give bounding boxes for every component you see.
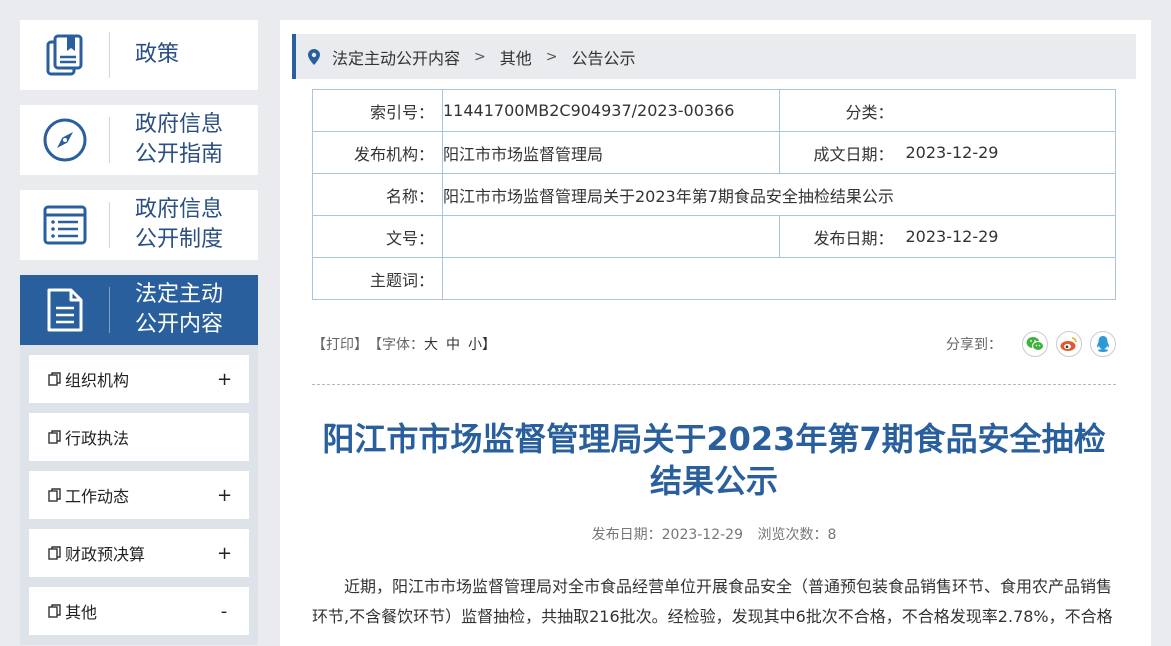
- wechat-share-button[interactable]: [1022, 331, 1048, 357]
- sidebar-item-guide[interactable]: 政府信息 公开指南: [20, 105, 258, 175]
- submenu-item-news[interactable]: 工作动态 +: [29, 471, 249, 519]
- article-body: 近期，阳江市市场监督管理局对全市食品经营单位开展食品安全（普通预包装食品销售环节…: [312, 577, 1113, 626]
- table-row: 名称： 阳江市市场监督管理局关于2023年第7期食品安全抽检结果公示: [312, 173, 1116, 216]
- collapse-toggle[interactable]: -: [217, 601, 231, 622]
- document-icon: [20, 275, 110, 345]
- category-value: [905, 89, 1116, 132]
- index-value: 11441700MB2C904937/2023-00366: [442, 89, 780, 132]
- sidebar-item-label: 政府信息 公开指南: [135, 112, 224, 167]
- document-number-label: 文号：: [312, 215, 443, 258]
- article-views: 浏览次数：8: [757, 527, 837, 543]
- chevron-right-icon: >: [545, 48, 558, 65]
- main-content: 法定主动公开内容 > 其他 > 公告公示 索引号： 11441700MB2C90…: [280, 20, 1151, 646]
- publisher-value: 阳江市市场监督管理局: [442, 131, 780, 174]
- table-row: 发布机构： 阳江市市场监督管理局 成文日期： 2023-12-29: [312, 131, 1116, 174]
- copy-icon: [48, 546, 61, 560]
- breadcrumb-link-other[interactable]: 其他: [500, 45, 532, 69]
- submenu-item-label: 其他: [65, 603, 98, 622]
- keywords-value: [442, 257, 1116, 300]
- keywords-label: 主题词：: [312, 257, 443, 300]
- divider: [312, 384, 1116, 385]
- sidebar-item-statutory-content[interactable]: 法定主动 公开内容: [20, 275, 258, 345]
- table-row: 索引号： 11441700MB2C904937/2023-00366 分类：: [312, 89, 1116, 132]
- sidebar-item-label: 政府信息 公开制度: [135, 197, 224, 252]
- breadcrumb: 法定主动公开内容 > 其他 > 公告公示: [292, 34, 1136, 79]
- sidebar-item-label: 政策: [135, 42, 180, 67]
- weibo-icon: [1060, 337, 1077, 351]
- compass-icon: [20, 105, 110, 175]
- submenu-item-budget[interactable]: 财政预决算 +: [29, 529, 249, 577]
- sidebar-item-system[interactable]: 政府信息 公开制度: [20, 190, 258, 260]
- name-value: 阳江市市场监督管理局关于2023年第7期食品安全抽检结果公示: [442, 173, 1116, 216]
- font-small-button[interactable]: 小】: [468, 334, 496, 354]
- article-meta: 发布日期：2023-12-29 浏览次数：8: [312, 524, 1116, 544]
- submenu-item-label: 工作动态: [65, 487, 130, 506]
- created-date-value: 2023-12-29: [905, 131, 1116, 174]
- qq-share-button[interactable]: [1090, 331, 1116, 357]
- chevron-right-icon: >: [474, 48, 486, 65]
- publisher-label: 发布机构：: [312, 131, 443, 174]
- document-number-value: [442, 215, 780, 258]
- list-icon: [20, 190, 110, 260]
- article-toolbar: 【打印】 【字体： 大 中 小】 分享到：: [312, 331, 1116, 357]
- print-button[interactable]: 【打印】: [312, 334, 368, 354]
- submenu-item-label: 财政预决算: [65, 545, 146, 564]
- category-label: 分类：: [779, 89, 906, 132]
- weibo-share-button[interactable]: [1056, 331, 1082, 357]
- created-date-label: 成文日期：: [779, 131, 906, 174]
- document-metadata-table: 索引号： 11441700MB2C904937/2023-00366 分类： 发…: [312, 89, 1116, 300]
- published-date-label: 发布日期：: [779, 215, 906, 258]
- submenu-item-label: 行政执法: [65, 429, 130, 448]
- font-large-button[interactable]: 大: [424, 334, 438, 354]
- breadcrumb-link-announcements[interactable]: 公告公示: [572, 45, 636, 69]
- sidebar: 政策 政府信息 公开指南 政府信息 公开制度 法定主动 公开内容 组织机构 + …: [20, 20, 258, 645]
- wechat-icon: [1026, 337, 1044, 351]
- sidebar-item-policy[interactable]: 政策: [20, 20, 258, 90]
- copy-icon: [48, 430, 61, 444]
- expand-toggle[interactable]: +: [217, 369, 232, 390]
- expand-toggle[interactable]: +: [217, 485, 232, 506]
- font-medium-button[interactable]: 中: [446, 334, 460, 354]
- copy-icon: [48, 604, 61, 618]
- breadcrumb-link-statutory[interactable]: 法定主动公开内容: [332, 45, 460, 69]
- location-pin-icon: [308, 48, 320, 65]
- sidebar-item-label: 法定主动 公开内容: [135, 282, 224, 337]
- submenu-item-other[interactable]: 其他 -: [29, 587, 249, 635]
- share-label: 分享到：: [946, 337, 1002, 353]
- submenu: 组织机构 + 行政执法 工作动态 + 财政预决算 + 其他 -: [20, 345, 258, 645]
- qq-icon: [1097, 336, 1109, 352]
- table-row: 主题词：: [312, 257, 1116, 300]
- submenu-item-label: 组织机构: [65, 371, 130, 390]
- article-date: 发布日期：2023-12-29: [591, 527, 743, 543]
- expand-toggle[interactable]: +: [217, 543, 232, 564]
- font-size-label: 【字体：: [368, 337, 424, 353]
- copy-icon: [48, 372, 61, 386]
- article-title: 阳江市市场监督管理局关于2023年第7期食品安全抽检结果公示: [322, 420, 1106, 500]
- published-date-value: 2023-12-29: [905, 215, 1116, 258]
- book-icon: [20, 20, 110, 90]
- submenu-item-organization[interactable]: 组织机构 +: [29, 355, 249, 403]
- index-label: 索引号：: [312, 89, 443, 132]
- name-label: 名称：: [312, 173, 443, 216]
- submenu-item-enforcement[interactable]: 行政执法: [29, 413, 249, 461]
- copy-icon: [48, 488, 61, 502]
- table-row: 文号： 发布日期： 2023-12-29: [312, 215, 1116, 258]
